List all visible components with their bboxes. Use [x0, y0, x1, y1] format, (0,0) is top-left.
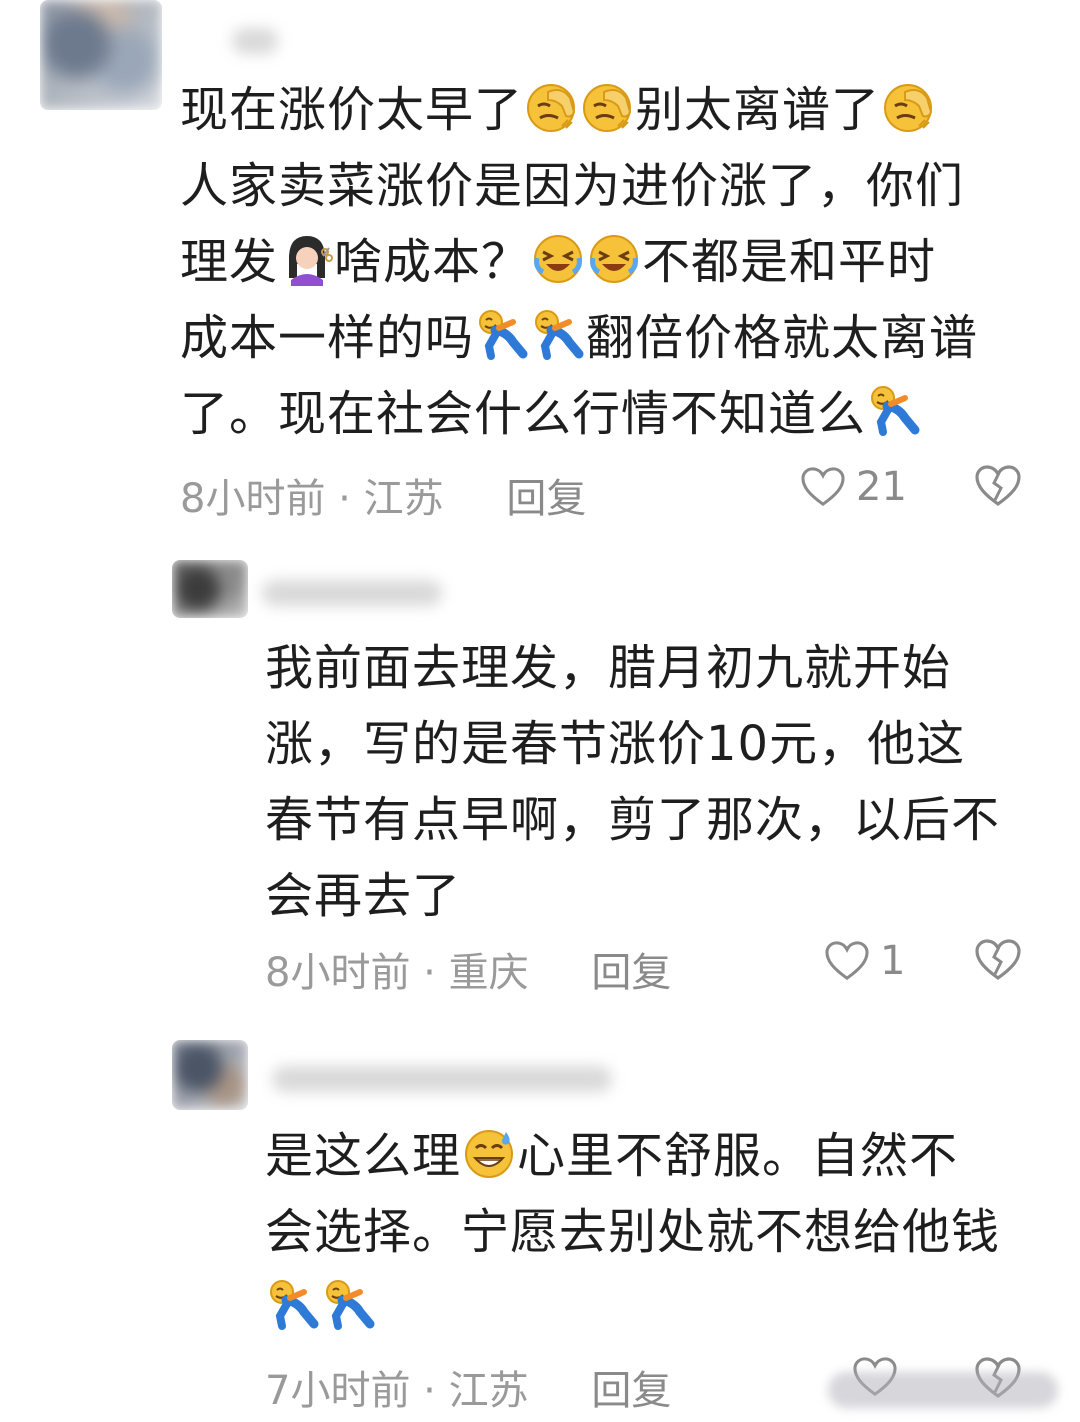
rolling-floor-icon [867, 384, 921, 438]
comment-text-segment: 心里不舒服。自然不 [517, 1128, 959, 1184]
comment-text-segment: 春节有点早啊，剪了那次，以后不 [265, 792, 1001, 848]
facepalm-icon [580, 80, 634, 134]
comment-text-segment: 不都是和平时 [642, 234, 937, 290]
comment-line: 会再去了 [265, 858, 1000, 934]
comment-text: 是这么理 心里不舒服。自然不会选择。宁愿去别处就不想给他钱 [265, 1118, 1000, 1346]
grin-sweat-icon [462, 1126, 516, 1180]
username-blurred[interactable] [272, 1066, 612, 1092]
comment-time: 8小时前 [265, 950, 411, 996]
comment-line: 是这么理 心里不舒服。自然不 [265, 1118, 1000, 1194]
rolling-floor-icon [266, 1278, 320, 1332]
comment-meta: 8小时前 · 江苏 回复 [180, 476, 587, 522]
comment-line: 涨，写的是春节涨价10元，他这 [265, 706, 1000, 782]
comment-location: 江苏 [363, 476, 444, 522]
comment-text-segment: 是这么理 [265, 1128, 462, 1184]
crying-laugh-icon [587, 232, 641, 286]
haircut-icon [279, 232, 334, 286]
comment-line: 春节有点早啊，剪了那次，以后不 [265, 782, 1000, 858]
comment-text-segment: 翻倍价格就太离谱 [586, 310, 979, 366]
crying-laugh-icon [531, 232, 585, 286]
watermark [828, 1372, 1058, 1408]
comment-text: 我前面去理发，腊月初九就开始 涨，写的是春节涨价10元，他这 春节有点早啊，剪了那次… [265, 630, 1000, 934]
comment-text-segment: 成本一样的吗 [180, 310, 475, 366]
comment-location: 江苏 [448, 1368, 529, 1414]
comment-line: 我前面去理发，腊月初九就开始 [265, 630, 1000, 706]
comment-text-segment: 涨，写的是春节涨价10元，他这 [265, 716, 966, 772]
comment-text-segment: 理发 [180, 234, 279, 290]
heart-outline-icon [801, 467, 845, 507]
comment-text-segment: 会再去了 [265, 868, 462, 924]
avatar[interactable] [172, 560, 248, 618]
heart-outline-icon [825, 941, 869, 981]
broken-heart-icon[interactable] [974, 464, 1022, 508]
comment-text-segment: 人家卖菜涨价是因为进价涨了，你们 [180, 158, 965, 214]
username-blurred[interactable] [262, 580, 442, 606]
username-blurred[interactable] [232, 28, 278, 54]
like-button[interactable]: 1 [824, 938, 905, 984]
reply-button[interactable]: 回复 [591, 1368, 671, 1414]
reply-button[interactable]: 回复 [506, 476, 586, 522]
comment-meta: 7小时前 · 江苏 回复 [265, 1368, 672, 1414]
avatar[interactable] [172, 1040, 248, 1110]
rolling-floor-icon [322, 1278, 376, 1332]
comment-text: 现在涨价太早了 别太离谱了人家卖菜涨价是因为进价涨了，你们 理发 啥成本？ 不都是和平时… [180, 72, 978, 452]
comment-line: 理发 啥成本？ 不都是和平时 [180, 224, 978, 300]
facepalm-icon [524, 80, 578, 134]
facepalm-icon [881, 80, 935, 134]
comment-line: 现在涨价太早了 别太离谱了 [180, 72, 978, 148]
rolling-floor-icon [531, 308, 585, 362]
comment-time: 7小时前 [265, 1368, 411, 1414]
comment-location: 重庆 [448, 950, 529, 996]
broken-heart-icon[interactable] [974, 938, 1022, 982]
comment-line: 人家卖菜涨价是因为进价涨了，你们 [180, 148, 978, 224]
like-count: 1 [880, 938, 906, 984]
comment-text-segment: 会选择。宁愿去别处就不想给他钱 [265, 1204, 1001, 1260]
rolling-floor-icon [475, 308, 529, 362]
like-button[interactable]: 21 [800, 464, 907, 510]
like-count: 21 [856, 464, 907, 510]
comment-time: 8小时前 [180, 476, 326, 522]
comment-line: 会选择。宁愿去别处就不想给他钱 [265, 1194, 1000, 1270]
comment-line: 成本一样的吗 翻倍价格就太离谱 [180, 300, 978, 376]
comment-text-segment: 啥成本？ [334, 234, 531, 290]
comment-text-segment: 了。现在社会什么行情不知道么 [180, 386, 867, 442]
comment-line: 了。现在社会什么行情不知道么 [180, 376, 978, 452]
comment-line [265, 1270, 1000, 1346]
comment-text-segment: 现在涨价太早了 [180, 82, 524, 138]
comment-text-segment: 别太离谱了 [635, 82, 881, 138]
comment-text-segment: 我前面去理发，腊月初九就开始 [265, 640, 952, 696]
avatar[interactable] [40, 0, 162, 110]
comment-meta: 8小时前 · 重庆 回复 [265, 950, 672, 996]
reply-button[interactable]: 回复 [591, 950, 671, 996]
